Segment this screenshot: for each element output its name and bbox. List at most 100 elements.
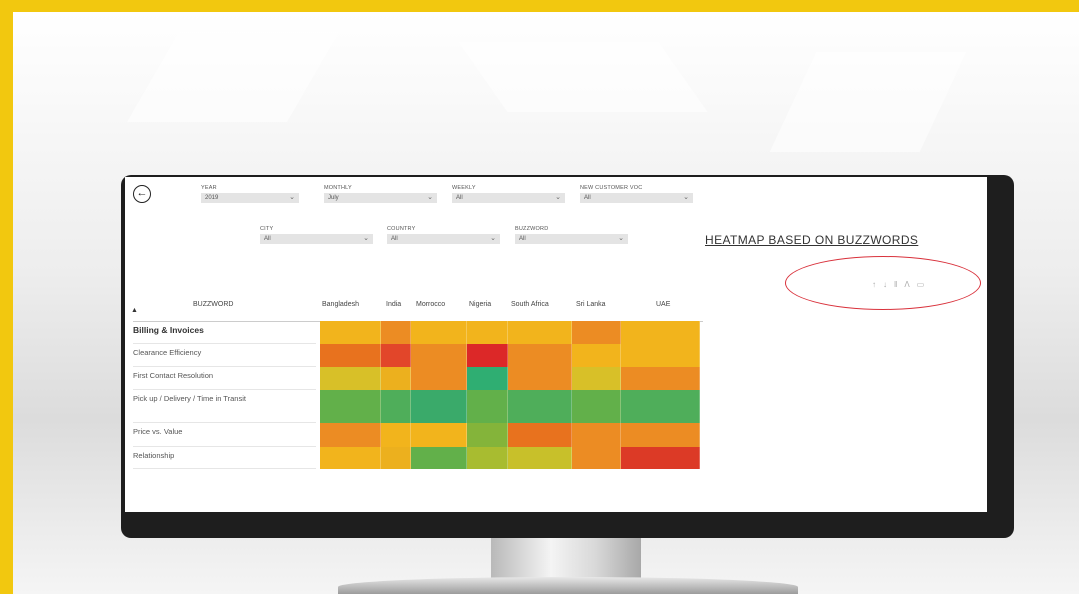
heatmap-cell[interactable] bbox=[621, 344, 700, 367]
dashboard-screen: ← YEAR 2019 ⌄ MONTHLY July ⌄ WEEKLY All ⌄ N… bbox=[125, 177, 987, 512]
heatmap-row-label: Price vs. Value bbox=[133, 423, 316, 447]
heatmap-cell[interactable] bbox=[572, 367, 621, 390]
heatmap-cell[interactable] bbox=[508, 321, 572, 344]
filter-value: All bbox=[456, 195, 463, 201]
chevron-down-icon: ⌄ bbox=[427, 194, 433, 201]
filter-dropdown[interactable]: All ⌄ bbox=[452, 193, 565, 203]
heatmap-cell[interactable] bbox=[621, 423, 700, 447]
heatmap-cell[interactable] bbox=[320, 423, 381, 447]
filter-label: CITY bbox=[260, 226, 274, 232]
heatmap-row-label: First Contact Resolution bbox=[133, 367, 316, 390]
heatmap-cell[interactable] bbox=[621, 447, 700, 469]
heatmap-cell[interactable] bbox=[411, 423, 467, 447]
heatmap-cell[interactable] bbox=[572, 344, 621, 367]
heatmap-cell[interactable] bbox=[572, 447, 621, 469]
chevron-down-icon: ⌄ bbox=[363, 235, 369, 242]
annotation-circle bbox=[785, 256, 981, 310]
filter-label: BUZZWORD bbox=[515, 226, 549, 232]
background-shape bbox=[769, 52, 967, 152]
back-arrow-icon[interactable]: ← bbox=[133, 185, 151, 203]
heatmap-cell[interactable] bbox=[508, 344, 572, 367]
heatmap-cell[interactable] bbox=[411, 447, 467, 469]
heatmap-cell[interactable] bbox=[411, 367, 467, 390]
column-header: UAE bbox=[656, 301, 671, 308]
heatmap-cell[interactable] bbox=[467, 344, 508, 367]
filter-label: NEW CUSTOMER VOC bbox=[580, 185, 643, 191]
column-header: India bbox=[386, 301, 402, 308]
heatmap-cell[interactable] bbox=[411, 344, 467, 367]
heatmap-cell[interactable] bbox=[320, 344, 381, 367]
heatmap-cell[interactable] bbox=[320, 447, 381, 469]
column-header: Bangladesh bbox=[322, 301, 359, 308]
heatmap-cell[interactable] bbox=[411, 321, 467, 344]
row-header: BUZZWORD bbox=[193, 301, 234, 308]
heatmap-cell[interactable] bbox=[467, 367, 508, 390]
heatmap-cell[interactable] bbox=[381, 321, 411, 344]
background-shape bbox=[458, 42, 708, 112]
filter-value: July bbox=[328, 195, 339, 201]
filter-value: All bbox=[391, 236, 398, 242]
heatmap-header: BUZZWORD Bangladesh India Morrocco Niger… bbox=[133, 301, 703, 322]
new-customer-voc-filter[interactable]: NEW CUSTOMER VOC All ⌄ bbox=[580, 185, 693, 203]
heatmap-cell[interactable] bbox=[508, 390, 572, 423]
heatmap-cell[interactable] bbox=[381, 423, 411, 447]
heatmap-cell[interactable] bbox=[467, 423, 508, 447]
chevron-down-icon: ⌄ bbox=[289, 194, 295, 201]
heatmap-row-label: Relationship bbox=[133, 447, 316, 469]
column-header: Nigeria bbox=[469, 301, 492, 308]
heatmap-cell[interactable] bbox=[467, 447, 508, 469]
heatmap-cell[interactable] bbox=[381, 390, 411, 423]
heatmap-cell[interactable] bbox=[572, 321, 621, 344]
heatmap-cell[interactable] bbox=[411, 390, 467, 423]
filter-dropdown[interactable]: July ⌄ bbox=[324, 193, 437, 203]
filter-label: COUNTRY bbox=[387, 226, 416, 232]
heatmap-cell[interactable] bbox=[467, 390, 508, 423]
heatmap-cell[interactable] bbox=[621, 367, 700, 390]
country-filter[interactable]: COUNTRY All ⌄ bbox=[387, 226, 500, 244]
filter-value: All bbox=[584, 195, 591, 201]
heatmap-row-label: Pick up / Delivery / Time in Transit bbox=[133, 390, 316, 423]
filter-value: 2019 bbox=[205, 195, 219, 201]
heatmap-cell[interactable] bbox=[381, 344, 411, 367]
heatmap-cell[interactable] bbox=[320, 321, 381, 344]
heatmap-cell[interactable] bbox=[508, 447, 572, 469]
buzzword-filter[interactable]: BUZZWORD All ⌄ bbox=[515, 226, 628, 244]
heatmap-cell[interactable] bbox=[320, 390, 381, 423]
chevron-down-icon: ⌄ bbox=[555, 194, 561, 201]
column-header: South Africa bbox=[511, 301, 549, 308]
page-title: HEATMAP BASED ON BUZZWORDS bbox=[705, 233, 919, 247]
background-shape bbox=[127, 32, 339, 122]
chevron-down-icon: ⌄ bbox=[618, 235, 624, 242]
column-header: Morrocco bbox=[416, 301, 446, 308]
heatmap-cell[interactable] bbox=[381, 367, 411, 390]
chevron-down-icon: ⌄ bbox=[683, 194, 689, 201]
heatmap-cell[interactable] bbox=[320, 367, 381, 390]
chevron-down-icon: ⌄ bbox=[490, 235, 496, 242]
heatmap-cell[interactable] bbox=[572, 390, 621, 423]
heatmap-cell[interactable] bbox=[467, 321, 508, 344]
monitor-base bbox=[338, 577, 798, 594]
filter-label: YEAR bbox=[201, 185, 217, 191]
monthly-filter[interactable]: MONTHLY July ⌄ bbox=[324, 185, 437, 203]
filter-value: All bbox=[264, 236, 271, 242]
heatmap-cell[interactable] bbox=[381, 447, 411, 469]
city-filter[interactable]: CITY All ⌄ bbox=[260, 226, 373, 244]
heatmap-row-label: Clearance Efficiency bbox=[133, 344, 316, 367]
filter-dropdown[interactable]: All ⌄ bbox=[580, 193, 693, 203]
filter-dropdown[interactable]: All ⌄ bbox=[260, 234, 373, 244]
filter-value: All bbox=[519, 236, 526, 242]
heatmap-cell[interactable] bbox=[621, 321, 700, 344]
heatmap-cell[interactable] bbox=[508, 423, 572, 447]
filter-label: MONTHLY bbox=[324, 185, 352, 191]
weekly-filter[interactable]: WEEKLY All ⌄ bbox=[452, 185, 565, 203]
heatmap-row-label: Billing & Invoices bbox=[133, 321, 316, 344]
heatmap-cell[interactable] bbox=[572, 423, 621, 447]
column-header: Sri Lanka bbox=[576, 301, 606, 308]
filter-dropdown[interactable]: All ⌄ bbox=[387, 234, 500, 244]
filter-dropdown[interactable]: 2019 ⌄ bbox=[201, 193, 299, 203]
filter-dropdown[interactable]: All ⌄ bbox=[515, 234, 628, 244]
filter-label: WEEKLY bbox=[452, 185, 476, 191]
heatmap-cell[interactable] bbox=[508, 367, 572, 390]
year-filter[interactable]: YEAR 2019 ⌄ bbox=[201, 185, 299, 203]
heatmap-cell[interactable] bbox=[621, 390, 700, 423]
